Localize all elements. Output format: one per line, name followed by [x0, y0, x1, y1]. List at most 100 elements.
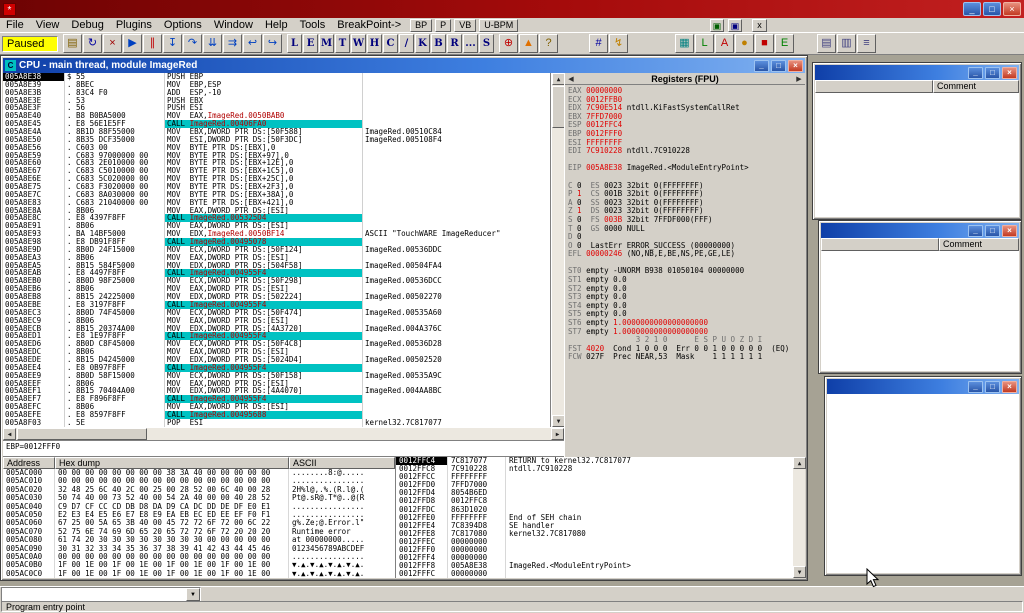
dump-row[interactable]: 005AC08061 74 20 30 30 30 30 30 30 30 30… [3, 536, 395, 544]
disasm-row[interactable]: 005A8E8A. 8B06MOV EAX,DWORD PTR DS:[ESI] [3, 207, 550, 215]
table-button-4[interactable]: T [335, 34, 350, 53]
app-maximize-button[interactable]: □ [983, 2, 1001, 16]
stack-row[interactable]: 0012FFDC863D1020 [396, 506, 792, 514]
scroll-down-button[interactable]: ▼ [793, 566, 806, 578]
disassembly-vscrollbar[interactable]: ▲ ▼ [551, 73, 564, 427]
table-button-13[interactable]: S [479, 34, 494, 53]
register-line[interactable]: D 0 [568, 233, 805, 242]
table-button-10[interactable]: B [431, 34, 446, 53]
plugin-icon-8[interactable]: ● [735, 34, 754, 53]
side-window-2-minimize-button[interactable]: _ [968, 225, 983, 237]
dump-row[interactable]: 005AC03050 74 40 00 73 52 40 00 54 2A 40… [3, 494, 395, 502]
register-line[interactable]: FCW 027F Prec NEAR,53 Mask 1 1 1 1 1 1 [568, 353, 805, 362]
disasm-row[interactable]: 005A8E67. C683 C5010000 00MOV BYTE PTR D… [3, 167, 550, 175]
disasm-row[interactable]: 005A8E3E. 53PUSH EBX [3, 97, 550, 105]
side-window-1-titlebar[interactable]: _ □ × [815, 65, 1019, 80]
restart-button[interactable]: ↻ [83, 34, 102, 53]
plugin-icon-3[interactable]: # [589, 34, 608, 53]
disasm-row[interactable]: 005A8E9D. 8B0D 24F15000MOV ECX,DWORD PTR… [3, 246, 550, 254]
cpu-minimize-button[interactable]: _ [754, 60, 769, 72]
scroll-right-button[interactable]: ▶ [551, 428, 564, 440]
disasm-row[interactable]: 005A8E75. C683 F3020000 00MOV BYTE PTR D… [3, 183, 550, 191]
close-program-button[interactable]: × [103, 34, 122, 53]
dump-pane[interactable]: Address Hex dump ASCII 005AC00000 00 00 … [3, 457, 395, 578]
menu-item-file[interactable]: File [0, 18, 30, 33]
comment-column-header[interactable]: Comment [939, 238, 1019, 251]
comment-column-header[interactable]: Comment [933, 80, 1019, 93]
step-into-button[interactable]: ↧ [163, 34, 182, 53]
register-line[interactable]: ESP 0012FFC4 [568, 121, 805, 130]
table-button-12[interactable]: ... [463, 34, 478, 53]
stack-row[interactable]: 0012FFE47C8394D8SE handler [396, 522, 792, 530]
blank-column-header[interactable] [815, 80, 933, 93]
register-line[interactable]: EDI 7C910228 ntdll.7C910228 [568, 147, 805, 156]
disasm-row[interactable]: 005A8E50. 8B35 DCF35000MOV ESI,DWORD PTR… [3, 136, 550, 144]
plugin-icon-11[interactable]: ▤ [817, 34, 836, 53]
menu-item-help[interactable]: Help [259, 18, 294, 33]
table-button-5[interactable]: W [351, 34, 366, 53]
disassembly-hscrollbar[interactable]: ◀ ▶ [3, 427, 564, 440]
dump-row[interactable]: 005AC0A000 00 00 00 00 00 00 00 00 00 00… [3, 553, 395, 561]
register-line[interactable]: ST5 empty 0.0 [568, 310, 805, 319]
side-window-1-minimize-button[interactable]: _ [968, 67, 983, 79]
side-window-1-maximize-button[interactable]: □ [985, 67, 1000, 79]
stack-row[interactable]: 0012FFFC00000000 [396, 570, 792, 578]
side-window-3-body[interactable] [827, 394, 1019, 573]
dump-row[interactable]: 005AC040C9 D7 CF CC CD DB D8 DA D9 CA DC… [3, 503, 395, 511]
register-line[interactable]: S 0 FS 003B 32bit 7FFDF000(FFF) [568, 216, 805, 225]
menu-plugin-icon-1[interactable]: ▣ [710, 19, 724, 32]
disasm-row[interactable]: 005A8EB6. 8B06MOV EAX,DWORD PTR DS:[ESI] [3, 285, 550, 293]
dump-row[interactable]: 005AC0C01F 00 1E 00 1F 00 1E 00 1F 00 1E… [3, 570, 395, 578]
dump-hex-header[interactable]: Hex dump [55, 457, 289, 469]
register-line[interactable]: ST0 empty -UNORM B938 01050104 00000000 [568, 267, 805, 276]
register-line[interactable]: ST3 empty 0.0 [568, 293, 805, 302]
disasm-row[interactable]: 005A8E56. C603 00MOV BYTE PTR DS:[EBX],0 [3, 144, 550, 152]
help-icon[interactable]: ? [539, 34, 558, 53]
side-window-1-close-button[interactable]: × [1002, 67, 1017, 79]
side-window-2-close-button[interactable]: × [1002, 225, 1017, 237]
disasm-row[interactable]: 005A8E38$ 55PUSH EBP [3, 73, 550, 81]
disasm-row[interactable]: 005A8E91. 8B06MOV EAX,DWORD PTR DS:[ESI] [3, 222, 550, 230]
disasm-row[interactable]: 005A8EF1. 8B15 70404A00MOV EDX,DWORD PTR… [3, 387, 550, 395]
stack-row[interactable]: 0012FFF400000000 [396, 554, 792, 562]
menu-item-debug[interactable]: Debug [65, 18, 109, 33]
table-button-11[interactable]: R [447, 34, 462, 53]
disasm-row[interactable]: 005A8E39. 8BECMOV EBP,ESP [3, 81, 550, 89]
stack-row[interactable]: 0012FFC87C910228ntdll.7C910228 [396, 465, 792, 473]
disasm-row[interactable]: 005A8EAB. E8 4497F8FFCALL ImageRed.00495… [3, 269, 550, 277]
command-dropdown-icon[interactable]: ▼ [186, 588, 200, 601]
register-line[interactable]: T 0 GS 0000 NULL [568, 225, 805, 234]
disasm-row[interactable]: 005A8EEF. 8B06MOV EAX,DWORD PTR DS:[ESI] [3, 380, 550, 388]
scroll-up-button[interactable]: ▲ [793, 457, 806, 469]
disasm-row[interactable]: 005A8EC9. 8B06MOV EAX,DWORD PTR DS:[ESI] [3, 317, 550, 325]
disasm-row[interactable]: 005A8EFC. 8B06MOV EAX,DWORD PTR DS:[ESI] [3, 403, 550, 411]
plugin-icon-7[interactable]: A [715, 34, 734, 53]
app-minimize-button[interactable]: _ [963, 2, 981, 16]
registers-pane[interactable]: ◀ Registers (FPU) ▶ EAX 00000000ECX 0012… [564, 73, 805, 457]
plugin-icon-2[interactable]: ▲ [519, 34, 538, 53]
register-line[interactable]: ST7 empty 1.0000000000000000000 [568, 328, 805, 337]
menu-button-p[interactable]: P [435, 19, 451, 32]
blank-column-header[interactable] [821, 238, 939, 251]
table-button-8[interactable]: / [399, 34, 414, 53]
pause-button[interactable]: ∥ [143, 34, 162, 53]
register-line[interactable]: P 1 CS 001B 32bit 0(FFFFFFFF) [568, 190, 805, 199]
register-line[interactable]: 3 2 1 0 E S P U O Z D I [568, 336, 805, 345]
side-window-3-titlebar[interactable]: _ □ × [827, 379, 1019, 394]
disasm-row[interactable]: 005A8EBE. E8 3197F8FFCALL ImageRed.00495… [3, 301, 550, 309]
disasm-row[interactable]: 005A8E3B. 83C4 F0ADD ESP,-10 [3, 89, 550, 97]
stack-row[interactable]: 0012FFC47C817077RETURN to kernel32.7C817… [396, 457, 792, 465]
stack-row[interactable]: 0012FFD80012FFC8 [396, 497, 792, 505]
disasm-row[interactable]: 005A8E59. C683 97000000 00MOV BYTE PTR D… [3, 152, 550, 160]
plugin-icon-6[interactable]: L [695, 34, 714, 53]
register-line[interactable]: ESI FFFFFFFF [568, 139, 805, 148]
disasm-row[interactable]: 005A8F03. 5EPOP ESIkernel32.7C817077 [3, 419, 550, 427]
cpu-window-titlebar[interactable]: C CPU - main thread, module ImageRed _ □… [3, 58, 805, 73]
stack-row[interactable]: 0012FFCCFFFFFFFF [396, 473, 792, 481]
disasm-row[interactable]: 005A8E98. E8 DB91F8FFCALL ImageRed.00495… [3, 238, 550, 246]
cpu-close-button[interactable]: × [788, 60, 803, 72]
stack-pane[interactable]: 0012FFC47C817077RETURN to kernel32.7C817… [395, 457, 792, 578]
stack-row[interactable]: 0012FFD48054B6ED [396, 489, 792, 497]
register-line[interactable] [568, 259, 805, 268]
disasm-row[interactable]: 005A8EF7. E8 F896F8FFCALL ImageRed.00495… [3, 395, 550, 403]
